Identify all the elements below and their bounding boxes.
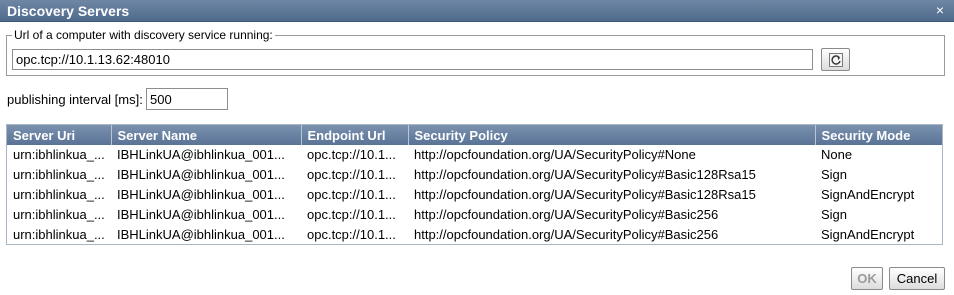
cell-server-uri: urn:ibhlinkua_... — [13, 167, 105, 182]
cell-server-name: IBHLinkUA@ibhlinkua_001... — [117, 207, 285, 222]
cell-security-mode: None — [821, 147, 853, 162]
ok-button[interactable]: OK — [851, 267, 883, 290]
cell-security-mode: SignAndEncrypt — [821, 227, 915, 242]
cell-server-uri: urn:ibhlinkua_... — [13, 227, 105, 242]
cell-server-name: IBHLinkUA@ibhlinkua_001... — [117, 147, 285, 162]
discovery-url-legend: Url of a computer with discovery service… — [12, 28, 275, 42]
close-icon[interactable]: × — [933, 0, 947, 22]
column-header-server-name[interactable]: Server Name — [111, 125, 302, 145]
servers-table: Server Uri Server Name Endpoint Url Secu… — [6, 124, 943, 245]
cell-endpoint-url: opc.tcp://10.1... — [307, 167, 396, 182]
cancel-button[interactable]: Cancel — [889, 267, 945, 290]
cell-server-name: IBHLinkUA@ibhlinkua_001... — [117, 187, 285, 202]
discovery-url-input[interactable] — [12, 49, 813, 70]
refresh-icon — [828, 52, 843, 67]
column-header-endpoint-url[interactable]: Endpoint Url — [301, 125, 409, 145]
cell-security-policy: http://opcfoundation.org/UA/SecurityPoli… — [414, 227, 719, 242]
table-row[interactable]: urn:ibhlinkua_... IBHLinkUA@ibhlinkua_00… — [7, 185, 942, 205]
table-row[interactable]: urn:ibhlinkua_... IBHLinkUA@ibhlinkua_00… — [7, 165, 942, 185]
cell-endpoint-url: opc.tcp://10.1... — [307, 147, 396, 162]
table-header-row: Server Uri Server Name Endpoint Url Secu… — [7, 125, 942, 145]
cell-security-policy: http://opcfoundation.org/UA/SecurityPoli… — [414, 147, 696, 162]
dialog-title: Discovery Servers — [7, 3, 130, 19]
cell-server-uri: urn:ibhlinkua_... — [13, 207, 105, 222]
publishing-interval-input[interactable] — [146, 88, 228, 110]
column-header-security-mode[interactable]: Security Mode — [815, 125, 942, 145]
cell-endpoint-url: opc.tcp://10.1... — [307, 187, 396, 202]
cell-server-uri: urn:ibhlinkua_... — [13, 147, 105, 162]
column-header-server-uri[interactable]: Server Uri — [7, 125, 112, 145]
cell-security-mode: Sign — [821, 207, 848, 222]
cell-server-uri: urn:ibhlinkua_... — [13, 187, 105, 202]
cell-security-policy: http://opcfoundation.org/UA/SecurityPoli… — [414, 207, 719, 222]
cell-security-policy: http://opcfoundation.org/UA/SecurityPoli… — [414, 187, 756, 202]
cell-security-policy: http://opcfoundation.org/UA/SecurityPoli… — [414, 167, 756, 182]
publishing-interval-label: publishing interval [ms]: — [7, 92, 143, 107]
cell-endpoint-url: opc.tcp://10.1... — [307, 227, 396, 242]
table-row[interactable]: urn:ibhlinkua_... IBHLinkUA@ibhlinkua_00… — [7, 225, 942, 244]
refresh-button[interactable] — [821, 48, 850, 71]
table-row[interactable]: urn:ibhlinkua_... IBHLinkUA@ibhlinkua_00… — [7, 205, 942, 225]
cell-server-name: IBHLinkUA@ibhlinkua_001... — [117, 167, 285, 182]
cell-endpoint-url: opc.tcp://10.1... — [307, 207, 396, 222]
dialog-titlebar: Discovery Servers — [0, 0, 954, 22]
cell-server-name: IBHLinkUA@ibhlinkua_001... — [117, 227, 285, 242]
column-header-security-policy[interactable]: Security Policy — [408, 125, 816, 145]
table-row[interactable]: urn:ibhlinkua_... IBHLinkUA@ibhlinkua_00… — [7, 145, 942, 165]
cell-security-mode: Sign — [821, 167, 848, 182]
cell-security-mode: SignAndEncrypt — [821, 187, 915, 202]
